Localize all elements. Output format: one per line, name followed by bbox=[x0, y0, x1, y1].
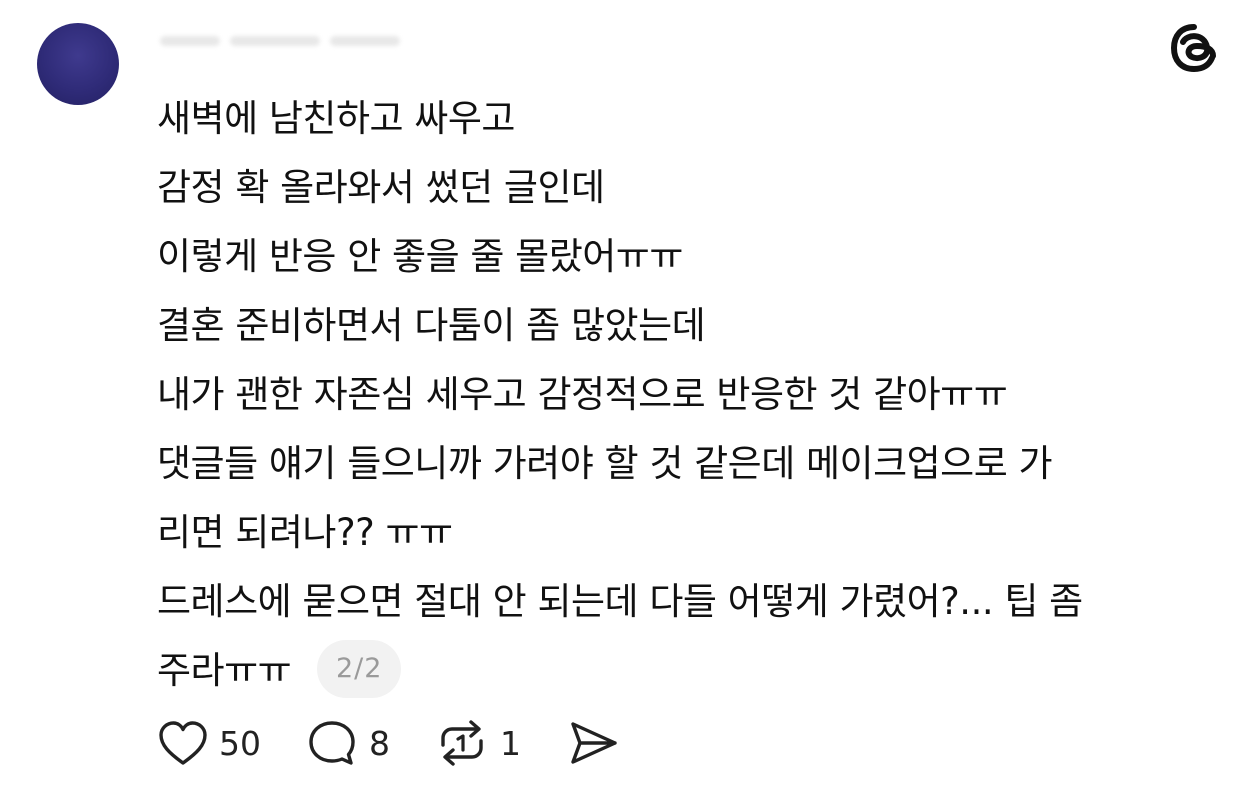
share-button[interactable] bbox=[565, 718, 621, 768]
like-button[interactable]: 50 bbox=[157, 718, 261, 768]
post-text-line: 결혼 준비하면서 다툼이 좀 많았는데 bbox=[157, 304, 706, 347]
post-text-line: 감정 확 올라와서 썼던 글인데 bbox=[157, 166, 605, 209]
repost-count: 1 bbox=[500, 723, 521, 763]
comment-count: 8 bbox=[369, 723, 390, 763]
post-text-line-last: 주라ㅠㅠ 2/2 bbox=[157, 636, 1237, 705]
post-text-line: 리면 되려나?? ㅠㅠ bbox=[157, 511, 453, 554]
post-text-line: 내가 괜한 자존심 세우고 감정적으로 반응한 것 같아ㅠㅠ bbox=[157, 373, 1008, 416]
post-body: 새벽에 남친하고 싸우고 감정 확 올라와서 썼던 글인데 이렇게 반응 안 좋… bbox=[157, 84, 1237, 705]
repost-button[interactable]: 1 bbox=[434, 718, 521, 768]
post-text-line: 드레스에 묻으면 절대 안 되는데 다들 어떻게 가렸어?... 팁 좀 bbox=[157, 580, 1083, 623]
comment-bubble-icon bbox=[305, 718, 359, 768]
action-bar: 50 8 1 bbox=[157, 712, 665, 774]
username-blurred[interactable] bbox=[160, 30, 440, 52]
threads-logo-icon bbox=[1166, 20, 1222, 76]
post-text-line: 주라ㅠㅠ bbox=[157, 649, 292, 692]
repost-icon bbox=[434, 718, 490, 768]
comment-button[interactable]: 8 bbox=[305, 718, 390, 768]
post-text-line: 이렇게 반응 안 좋을 줄 몰랐어ㅠㅠ bbox=[157, 235, 683, 278]
post-text-line: 댓글들 얘기 들으니까 가려야 할 것 같은데 메이크업으로 가 bbox=[157, 442, 1053, 485]
post-text-line: 새벽에 남친하고 싸우고 bbox=[157, 97, 515, 140]
send-icon bbox=[565, 718, 621, 768]
heart-icon bbox=[157, 718, 209, 768]
page-indicator-badge: 2/2 bbox=[317, 639, 402, 698]
like-count: 50 bbox=[219, 723, 261, 763]
avatar[interactable] bbox=[37, 23, 119, 105]
